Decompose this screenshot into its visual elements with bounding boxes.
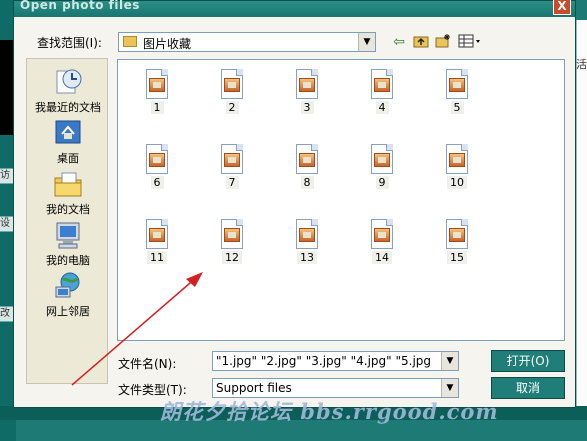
watermark-text: 朗花夕拾论坛 bbs.rrgood.com — [160, 399, 499, 424]
annotation-arrow — [71, 272, 203, 386]
